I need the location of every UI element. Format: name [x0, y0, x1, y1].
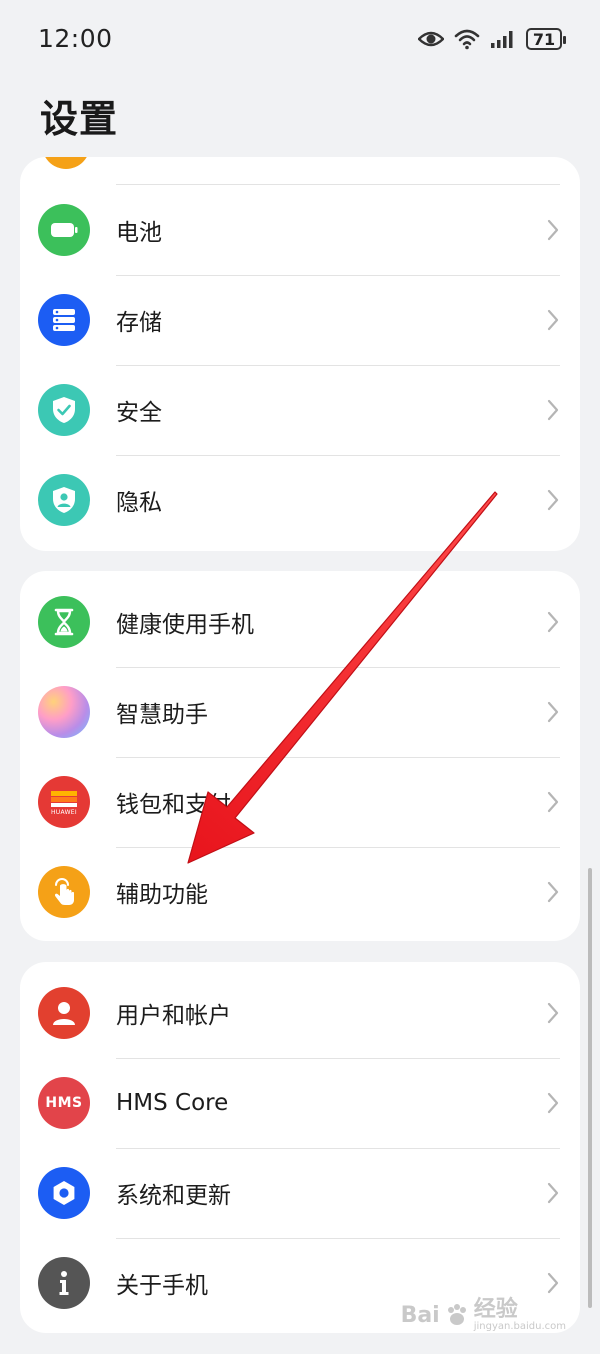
- settings-group-1: 电池 存储 安全 隐私: [20, 157, 580, 551]
- hms-icon: HMS: [38, 1077, 90, 1129]
- settings-item-label: 隐私: [116, 490, 162, 516]
- settings-group-2: 健康使用手机 智慧助手 HUAWEI 钱包和支付 辅助功能: [20, 571, 580, 941]
- settings-item-label: 系统和更新: [116, 1183, 231, 1209]
- watermark-text: 经验: [473, 1297, 518, 1323]
- info-icon: [38, 1257, 90, 1309]
- battery-level: 71: [532, 29, 556, 49]
- battery-icon: [38, 204, 90, 256]
- chevron-right-icon: [547, 1182, 559, 1204]
- settings-group-3: 用户和帐户 HMS HMS Core 系统和更新 关于手机: [20, 962, 580, 1333]
- status-icons: 71: [418, 24, 566, 54]
- gear-icon: [38, 1167, 90, 1219]
- scrollbar[interactable]: [588, 868, 592, 1308]
- settings-item-smart-assistant[interactable]: 智慧助手: [20, 667, 580, 757]
- partial-row-above: [20, 157, 580, 185]
- settings-item-label: 钱包和支付: [116, 792, 231, 818]
- settings-item-digital-balance[interactable]: 健康使用手机: [20, 577, 580, 667]
- watermark-logo: Bai: [400, 1302, 440, 1328]
- settings-item-label: 安全: [116, 400, 162, 426]
- eye-icon: [418, 31, 444, 47]
- wallet-icon: HUAWEI: [38, 776, 90, 828]
- assistant-icon: [38, 686, 90, 738]
- settings-item-label: 智慧助手: [116, 702, 208, 728]
- page-title: 设置: [40, 97, 119, 141]
- chevron-right-icon: [547, 219, 559, 241]
- shield-check-icon: [38, 384, 90, 436]
- chevron-right-icon: [547, 1002, 559, 1024]
- settings-item-accessibility[interactable]: 辅助功能: [20, 847, 580, 937]
- wifi-icon: [454, 29, 480, 50]
- settings-item-security[interactable]: 安全: [20, 365, 580, 455]
- signal-icon: [491, 31, 513, 48]
- settings-item-label: 用户和帐户: [116, 1003, 231, 1029]
- chevron-right-icon: [547, 701, 559, 723]
- hourglass-icon: [38, 596, 90, 648]
- paw-icon: [447, 1304, 466, 1326]
- watermark-url: jingyan.baidu.com: [473, 1320, 566, 1332]
- settings-item-label: 健康使用手机: [116, 612, 254, 638]
- settings-item-label: 存储: [116, 310, 162, 336]
- chevron-right-icon: [547, 611, 559, 633]
- settings-item-users-accounts[interactable]: 用户和帐户: [20, 968, 580, 1058]
- settings-item-label: 辅助功能: [116, 882, 208, 908]
- user-icon: [38, 987, 90, 1039]
- settings-item-label: HMS Core: [116, 1090, 229, 1116]
- chevron-right-icon: [547, 1272, 559, 1294]
- chevron-right-icon: [547, 1092, 559, 1114]
- chevron-right-icon: [547, 489, 559, 511]
- settings-item-label: 电池: [116, 220, 162, 246]
- settings-item-storage[interactable]: 存储: [20, 275, 580, 365]
- settings-item-hms-core[interactable]: HMS HMS Core: [20, 1058, 580, 1148]
- settings-item-privacy[interactable]: 隐私: [20, 455, 580, 545]
- hms-icon-text: HMS: [45, 1095, 83, 1111]
- battery-indicator: 71: [526, 28, 566, 50]
- settings-item-wallet[interactable]: HUAWEI 钱包和支付: [20, 757, 580, 847]
- status-bar: 12:00 71: [0, 0, 600, 76]
- storage-icon: [38, 294, 90, 346]
- settings-item-system-update[interactable]: 系统和更新: [20, 1148, 580, 1238]
- status-time: 12:00: [38, 24, 113, 53]
- chevron-right-icon: [547, 309, 559, 331]
- wallet-brand-text: HUAWEI: [51, 809, 77, 816]
- settings-item-label: 关于手机: [116, 1273, 208, 1299]
- partial-icon: [42, 157, 90, 169]
- chevron-right-icon: [547, 881, 559, 903]
- chevron-right-icon: [547, 399, 559, 421]
- privacy-shield-icon: [38, 474, 90, 526]
- baidu-watermark: Bai 经验 jingyan.baidu.com: [401, 1298, 566, 1332]
- settings-item-battery[interactable]: 电池: [20, 185, 580, 275]
- chevron-right-icon: [547, 791, 559, 813]
- hand-tap-icon: [38, 866, 90, 918]
